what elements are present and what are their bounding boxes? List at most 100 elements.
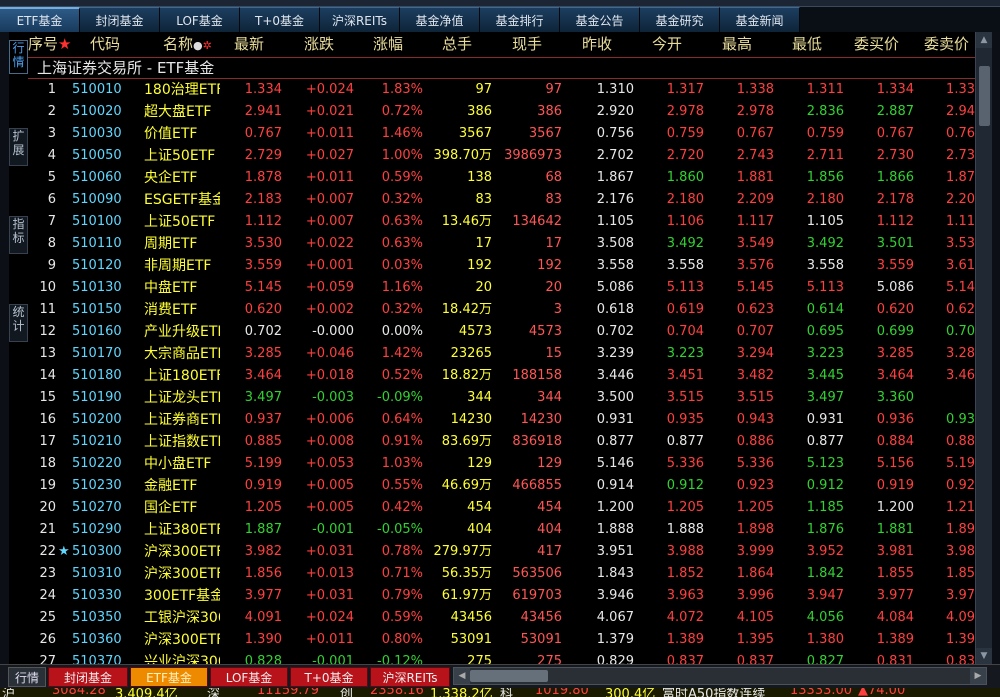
- cell-volume: 13.46万: [441, 214, 492, 229]
- col-header-open[interactable]: 今开: [652, 32, 682, 57]
- table-row[interactable]: 4 510050 上证50ETF 2.729 +0.027 1.00% 398.70万 398…: [28, 145, 975, 167]
- scroll-right-icon[interactable]: ▶: [970, 668, 986, 684]
- col-header-pct[interactable]: 涨幅: [373, 32, 403, 57]
- cell-bid: 1.389: [876, 632, 914, 647]
- cell-code: 510370: [72, 654, 122, 664]
- cell-code: 510110: [72, 236, 122, 251]
- bottom-tab-etf[interactable]: ETF基金: [130, 667, 208, 687]
- table-row[interactable]: 9 510120 非周期ETF 3.559 +0.001 0.03% 192 192 3.558…: [28, 255, 975, 277]
- scroll-down-icon[interactable]: ▼: [976, 648, 992, 664]
- bottom-tab-t0[interactable]: T+0基金: [290, 667, 368, 687]
- bottom-tab-lof[interactable]: LOF基金: [210, 667, 288, 687]
- cell-change: +0.011: [305, 126, 354, 141]
- nav-tab-t0[interactable]: T+0基金: [240, 7, 320, 32]
- cell-low: 3.445: [806, 368, 844, 383]
- table-row[interactable]: 23 510310 沪深300ETF 1.856 +0.013 0.71% 56.35万 56…: [28, 563, 975, 585]
- cell-open: 3.492: [666, 236, 704, 251]
- horizontal-scrollbar[interactable]: ◀ ▶: [453, 667, 987, 685]
- cell-name: ESGETF基金: [144, 192, 220, 208]
- col-header-low[interactable]: 最低: [792, 32, 822, 57]
- scroll-up-icon[interactable]: ▲: [976, 32, 992, 48]
- table-row[interactable]: 3 510030 价值ETF 0.767 +0.011 1.46% 3567 3567 0.75…: [28, 123, 975, 145]
- table-row[interactable]: 17 510210 上证指数ETF 0.885 +0.008 0.91% 83.69万 836…: [28, 431, 975, 453]
- nav-tab-closed-fund[interactable]: 封闭基金: [80, 7, 160, 32]
- nav-tab-reits[interactable]: 沪深REITs: [320, 7, 400, 32]
- col-header-bid[interactable]: 委买价: [854, 32, 899, 57]
- table-row[interactable]: 12 510160 产业升级ETF 0.702 -0.000 0.00% 4573 4573 0…: [28, 321, 975, 343]
- table-row[interactable]: 10 510130 中盘ETF 5.145 +0.059 1.16% 20 20 5.086 5.…: [28, 277, 975, 299]
- table-row[interactable]: 21 510290 上证380ETF 1.887 -0.001 -0.05% 404 404 1…: [28, 519, 975, 541]
- table-row[interactable]: 25 510350 工银沪深300 4.091 +0.024 0.59% 43456 4345…: [28, 607, 975, 629]
- cell-prev-close: 0.618: [596, 302, 634, 317]
- cell-prev-close: 1.888: [596, 522, 634, 537]
- col-header-seq[interactable]: 序号★: [28, 32, 71, 57]
- side-tab-statistics[interactable]: 统计: [9, 304, 28, 342]
- col-header-change[interactable]: 涨跌: [304, 32, 334, 57]
- side-tab-quotes[interactable]: 行情: [9, 40, 28, 74]
- nav-tab-etf[interactable]: ETF基金: [0, 7, 80, 32]
- table-row[interactable]: 1 510010 180治理ETF 1.334 +0.024 1.83% 97 97 1.310…: [28, 79, 975, 101]
- cell-high: 3.549: [736, 236, 774, 251]
- mode-toggle-button[interactable]: 行情: [8, 667, 46, 687]
- cell-volume: 454: [467, 500, 492, 515]
- cell-name: 上证180ETF: [144, 368, 220, 384]
- vertical-scroll-thumb[interactable]: [979, 66, 990, 126]
- cell-prev-close: 3.946: [596, 588, 634, 603]
- nav-tab-announcements[interactable]: 基金公告: [560, 7, 640, 32]
- scroll-left-icon[interactable]: ◀: [454, 668, 470, 684]
- side-tab-indicators[interactable]: 指标: [9, 216, 28, 254]
- nav-tab-lof[interactable]: LOF基金: [160, 7, 240, 32]
- nav-tab-research[interactable]: 基金研究: [640, 7, 720, 32]
- table-row[interactable]: 14 510180 上证180ETF 3.464 +0.018 0.52% 18.82万 18…: [28, 365, 975, 387]
- cell-seq: 6: [47, 192, 56, 207]
- cell-seq: 22: [39, 544, 56, 559]
- side-tab-extended[interactable]: 扩展: [9, 128, 28, 166]
- bottom-tab-closed-fund[interactable]: 封闭基金: [48, 667, 128, 687]
- table-row[interactable]: 19 510230 金融ETF 0.919 +0.005 0.55% 46.69万 46685…: [28, 475, 975, 497]
- table-row[interactable]: 2 510020 超大盘ETF 2.941 +0.021 0.72% 386 386 2.920…: [28, 101, 975, 123]
- cell-ask: 2.20: [946, 192, 975, 207]
- table-row[interactable]: ★ 22 510300 沪深300ETF 3.982 +0.031 0.78% 279.97万…: [28, 541, 975, 563]
- table-row[interactable]: 16 510200 上证券商ETF 0.937 +0.006 0.64% 14230 1423…: [28, 409, 975, 431]
- cell-current: 134642: [512, 214, 562, 229]
- table-row[interactable]: 18 510220 中小盘ETF 5.199 +0.053 1.03% 129 129 5.14…: [28, 453, 975, 475]
- cell-name: 国企ETF: [144, 500, 198, 516]
- nav-tab-ranking[interactable]: 基金排行: [480, 7, 560, 32]
- nav-tab-news[interactable]: 基金新闻: [720, 7, 800, 32]
- table-row[interactable]: 26 510360 沪深300ETF 1.390 +0.011 0.80% 53091 530…: [28, 629, 975, 651]
- cell-current: 188158: [512, 368, 562, 383]
- col-header-code[interactable]: 代码: [90, 32, 120, 57]
- cell-latest: 1.887: [244, 522, 282, 537]
- table-row[interactable]: 24 510330 300ETF基金 3.977 +0.031 0.79% 61.97万 61…: [28, 585, 975, 607]
- cell-ask: 0.62: [946, 302, 975, 317]
- col-header-latest[interactable]: 最新: [234, 32, 264, 57]
- table-row[interactable]: 7 510100 上证50ETF 1.112 +0.007 0.63% 13.46万 1346…: [28, 211, 975, 233]
- col-header-high[interactable]: 最高: [722, 32, 752, 57]
- cell-high: 1.864: [736, 566, 774, 581]
- horizontal-scroll-thumb[interactable]: [470, 670, 548, 682]
- cell-code: 510300: [72, 544, 122, 559]
- cell-prev-close: 3.500: [596, 390, 634, 405]
- table-row[interactable]: 8 510110 周期ETF 3.530 +0.022 0.63% 17 17 3.508 3.4…: [28, 233, 975, 255]
- col-header-current[interactable]: 现手: [512, 32, 542, 57]
- table-row[interactable]: 5 510060 央企ETF 1.878 +0.011 0.59% 138 68 1.867 1.…: [28, 167, 975, 189]
- table-row[interactable]: 15 510190 上证龙头ETF 3.497 -0.003 -0.09% 344 344 3.…: [28, 387, 975, 409]
- col-header-volume[interactable]: 总手: [442, 32, 472, 57]
- table-row[interactable]: 27 510370 兴业沪深300 0.828 -0.001 -0.12% 275 275 0.…: [28, 651, 975, 664]
- cell-bid: 1.334: [876, 82, 914, 97]
- cell-current: 836918: [512, 434, 562, 449]
- cell-open: 1.860: [666, 170, 704, 185]
- table-row[interactable]: 13 510170 大宗商品ETF 3.285 +0.046 1.42% 23265 15 3.…: [28, 343, 975, 365]
- cell-ask: 1.21: [946, 500, 975, 515]
- vertical-scrollbar[interactable]: ▲ ▼: [975, 32, 992, 664]
- nav-tab-nav-value[interactable]: 基金净值: [400, 7, 480, 32]
- table-row[interactable]: 6 510090 ESGETF基金 2.183 +0.007 0.32% 83 83 2.176…: [28, 189, 975, 211]
- col-header-prev-close[interactable]: 昨收: [582, 32, 612, 57]
- favorite-star-icon[interactable]: ★: [58, 541, 70, 563]
- bottom-tab-reits[interactable]: 沪深REITs: [370, 667, 450, 687]
- col-header-ask[interactable]: 委卖价: [924, 32, 969, 57]
- table-row[interactable]: 11 510150 消费ETF 0.620 +0.002 0.32% 18.42万 3 0.61…: [28, 299, 975, 321]
- cell-open: 1.389: [666, 632, 704, 647]
- table-row[interactable]: 20 510270 国企ETF 1.205 +0.005 0.42% 454 454 1.200…: [28, 497, 975, 519]
- col-header-name[interactable]: 名称●✲: [163, 32, 212, 57]
